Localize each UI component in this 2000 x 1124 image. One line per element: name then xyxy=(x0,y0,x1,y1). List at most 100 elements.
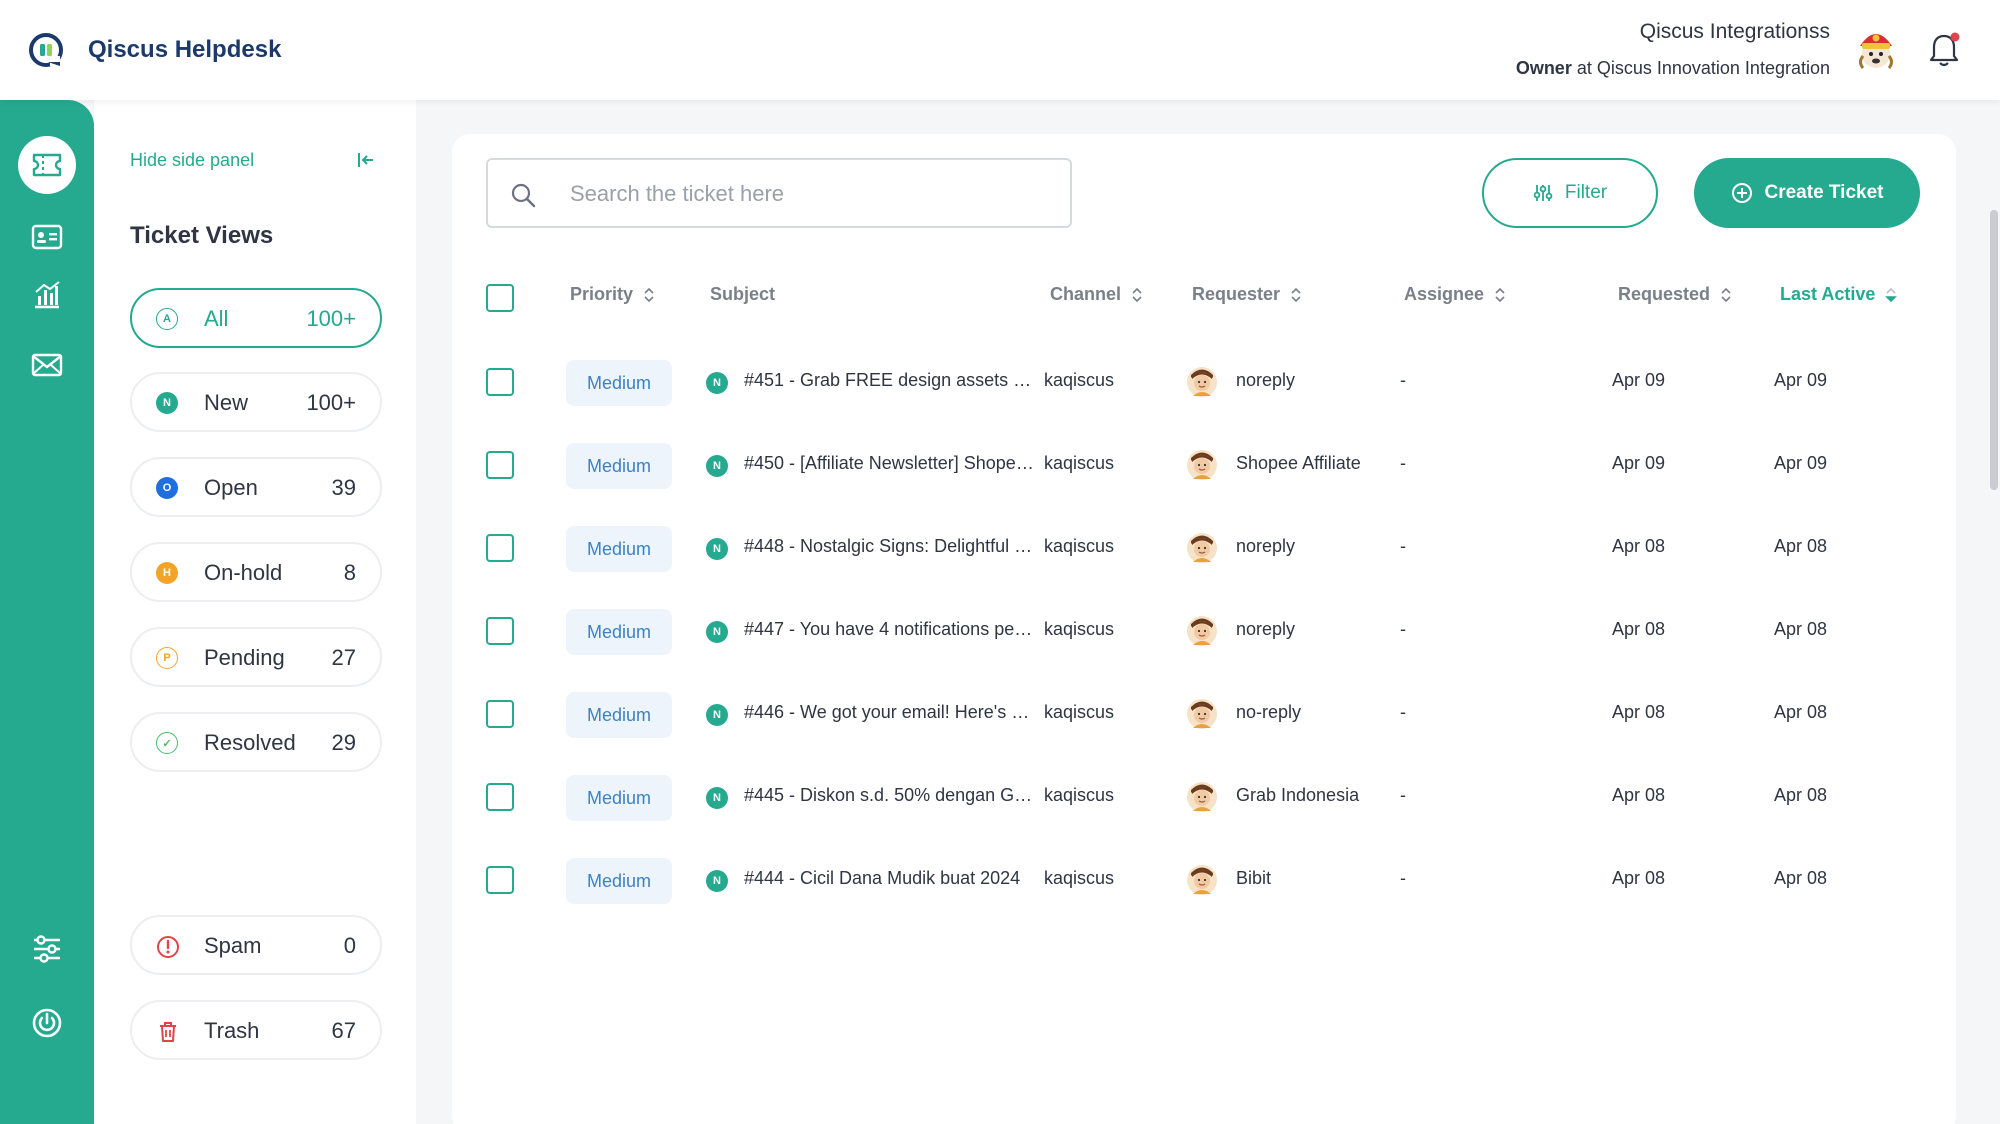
requester-avatar xyxy=(1186,864,1218,896)
plus-circle-icon xyxy=(1731,183,1752,203)
app-title: Qiscus Helpdesk xyxy=(88,36,282,63)
user-name: Qiscus Integrationss xyxy=(1639,20,1830,43)
new-status-icon: N xyxy=(706,455,728,477)
nav-contacts[interactable] xyxy=(18,208,76,266)
filter-button[interactable]: Filter xyxy=(1482,158,1658,228)
requester-avatar xyxy=(1186,698,1218,730)
view-open[interactable]: O Open 39 xyxy=(130,457,382,517)
priority-badge: Medium xyxy=(566,858,672,904)
requester-name: Grab Indonesia xyxy=(1236,785,1360,805)
collapse-panel-icon[interactable] xyxy=(356,150,376,170)
column-last-active[interactable]: Last Active xyxy=(1780,284,1898,305)
priority-badge: Medium xyxy=(566,609,672,655)
row-checkbox[interactable] xyxy=(486,368,514,396)
notification-bell-icon[interactable] xyxy=(1926,30,1962,68)
nav-tickets[interactable] xyxy=(18,136,76,194)
last-active-date: Apr 08 xyxy=(1774,619,1828,639)
ticket-subject[interactable]: #445 - Diskon s.d. 50% dengan GrabFood xyxy=(744,785,1034,806)
select-all-checkbox[interactable] xyxy=(486,284,514,312)
view-resolved[interactable]: ✓ Resolved 29 xyxy=(130,712,382,772)
table-row[interactable]: Medium N #444 - Cicil Dana Mudik buat 2024… xyxy=(452,826,1956,931)
assignee-value: - xyxy=(1400,702,1406,722)
view-label: Trash xyxy=(204,1018,260,1043)
priority-badge: Medium xyxy=(566,775,672,821)
requested-date: Apr 08 xyxy=(1612,868,1666,888)
column-requester-label: Requester xyxy=(1192,284,1281,304)
ticket-search-box[interactable] xyxy=(486,158,1072,228)
ticket-subject[interactable]: #447 - You have 4 notifications pending xyxy=(744,619,1034,640)
assignee-value: - xyxy=(1400,453,1406,473)
view-on-hold[interactable]: H On-hold 8 xyxy=(130,542,382,602)
nav-settings[interactable] xyxy=(18,920,76,978)
view-all[interactable]: A All 100+ xyxy=(130,288,382,348)
view-count: 100+ xyxy=(306,390,356,415)
qiscus-logo-icon xyxy=(29,33,63,67)
ticket-subject[interactable]: #448 - Nostalgic Signs: Delightful retro xyxy=(744,536,1034,557)
new-status-icon: N xyxy=(706,372,728,394)
ticket-channel: kaqiscus xyxy=(1044,536,1115,556)
nav-analytics[interactable] xyxy=(18,266,76,324)
column-channel[interactable]: Channel xyxy=(1050,284,1143,305)
page-scrollbar[interactable] xyxy=(1988,100,2000,1124)
priority-badge: Medium xyxy=(566,692,672,738)
sort-icon xyxy=(1721,287,1731,302)
scrollbar-thumb[interactable] xyxy=(1990,210,1998,490)
requester-name: noreply xyxy=(1236,619,1296,639)
requester-avatar xyxy=(1186,366,1218,398)
nav-logout[interactable] xyxy=(18,994,76,1052)
top-header: Qiscus Helpdesk Qiscus Integrationss Own… xyxy=(0,0,2000,100)
priority-badge: Medium xyxy=(566,443,672,489)
user-org: at Qiscus Innovation Integration xyxy=(1576,58,1830,78)
hide-side-panel-link[interactable]: Hide side panel xyxy=(130,150,254,171)
row-checkbox[interactable] xyxy=(486,783,514,811)
column-assignee[interactable]: Assignee xyxy=(1404,284,1506,305)
view-pending[interactable]: P Pending 27 xyxy=(130,627,382,687)
new-status-icon: N xyxy=(706,704,728,726)
column-last-active-label: Last Active xyxy=(1780,284,1876,304)
search-input[interactable] xyxy=(570,174,1050,214)
last-active-date: Apr 08 xyxy=(1774,868,1828,888)
requester-avatar xyxy=(1186,532,1218,564)
user-avatar[interactable] xyxy=(1854,26,1898,74)
ticket-views-panel: Hide side panel Ticket Views A All 100+ … xyxy=(94,100,416,1124)
ticket-views-title: Ticket Views xyxy=(130,222,274,249)
filter-label: Filter xyxy=(1564,182,1608,203)
spam-alert-icon xyxy=(157,936,179,958)
row-checkbox[interactable] xyxy=(486,451,514,479)
view-new[interactable]: N New 100+ xyxy=(130,372,382,432)
ticket-subject[interactable]: #451 - Grab FREE design assets and templ… xyxy=(744,370,1034,391)
column-subject: Subject xyxy=(710,284,775,305)
view-spam[interactable]: Spam 0 xyxy=(130,915,382,975)
create-ticket-button[interactable]: Create Ticket xyxy=(1694,158,1920,228)
ticket-subject[interactable]: #444 - Cicil Dana Mudik buat 2024 xyxy=(744,868,1034,889)
requested-date: Apr 09 xyxy=(1612,453,1666,473)
requested-date: Apr 09 xyxy=(1612,370,1666,390)
last-active-date: Apr 09 xyxy=(1774,453,1828,473)
sort-desc-icon xyxy=(1885,287,1898,302)
filter-sliders-icon xyxy=(1533,185,1553,201)
requester-name: Bibit xyxy=(1236,868,1272,888)
column-requester[interactable]: Requester xyxy=(1192,284,1302,305)
ticket-subject[interactable]: #450 - [Affiliate Newsletter] Shopee Aff… xyxy=(744,453,1034,474)
ticket-subject[interactable]: #446 - We got your email! Here's what's … xyxy=(744,702,1034,723)
ticket-icon xyxy=(32,153,62,177)
new-status-icon: N xyxy=(706,870,728,892)
column-requested[interactable]: Requested xyxy=(1618,284,1732,305)
column-subject-label: Subject xyxy=(710,284,776,304)
requested-date: Apr 08 xyxy=(1612,619,1666,639)
row-checkbox[interactable] xyxy=(486,700,514,728)
row-checkbox[interactable] xyxy=(486,866,514,894)
row-checkbox[interactable] xyxy=(486,617,514,645)
nav-mail[interactable] xyxy=(18,336,76,394)
ticket-list-card: Filter Create Ticket Priority Subject Ch… xyxy=(452,134,1956,1124)
view-count: 0 xyxy=(343,933,356,958)
analytics-icon xyxy=(35,281,60,309)
on-hold-status-icon: H xyxy=(156,562,178,584)
last-active-date: Apr 09 xyxy=(1774,370,1828,390)
view-count: 67 xyxy=(331,1018,356,1043)
last-active-date: Apr 08 xyxy=(1774,536,1828,556)
column-priority[interactable]: Priority xyxy=(570,284,655,305)
view-trash[interactable]: Trash 67 xyxy=(130,1000,382,1060)
requester-name: Shopee Affiliate xyxy=(1236,453,1361,473)
row-checkbox[interactable] xyxy=(486,534,514,562)
